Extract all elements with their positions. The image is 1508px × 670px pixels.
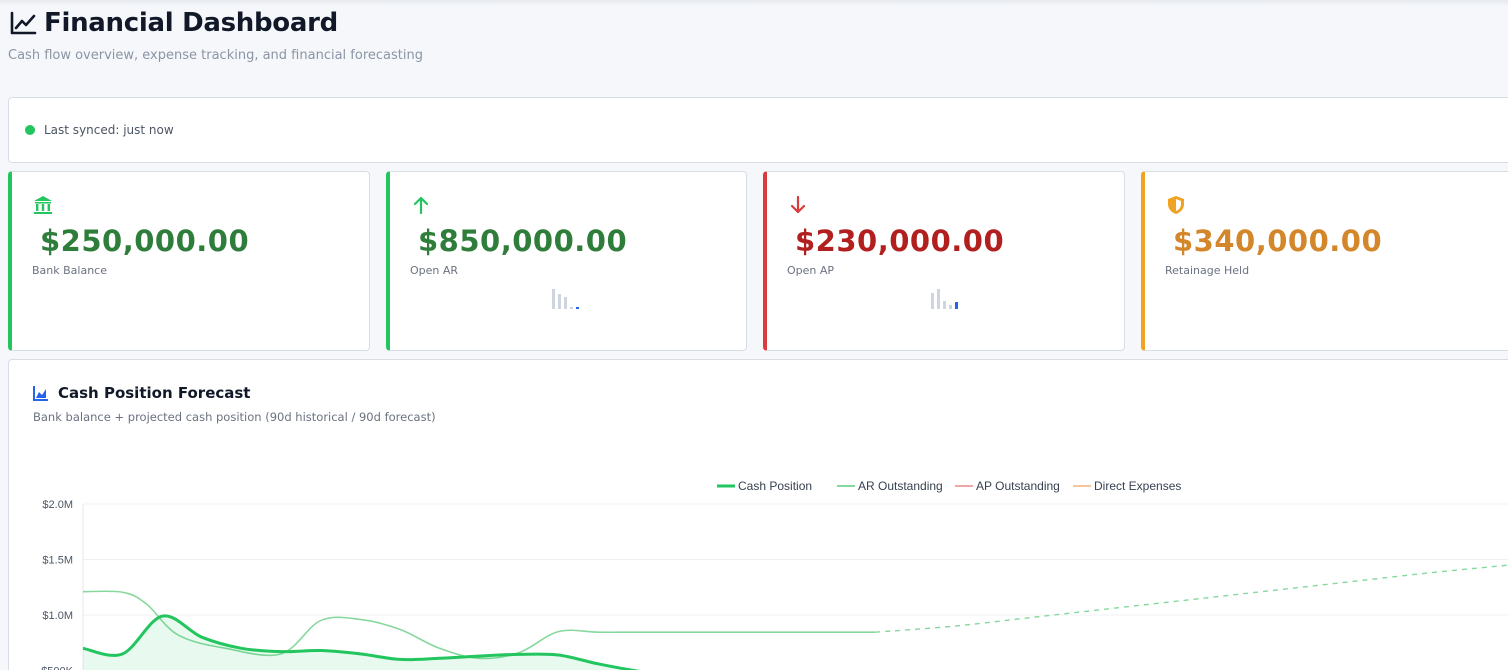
- arrow-up-icon: [413, 196, 429, 215]
- kpi-value: $230,000.00: [795, 224, 1005, 258]
- kpi-card-retainage-held[interactable]: $340,000.00 Retainage Held: [1141, 171, 1508, 351]
- kpi-card-open-ap[interactable]: $230,000.00 Open AP: [763, 171, 1125, 351]
- forecast-subtitle: Bank balance + projected cash position (…: [33, 410, 436, 424]
- cash-forecast-chart: $2.0M $1.5M $1.0M $500K Cash Position AR Outs…: [41, 479, 1508, 670]
- legend-label: Direct Expenses: [1094, 479, 1181, 493]
- kpi-value: $340,000.00: [1173, 224, 1383, 258]
- kpi-label: Bank Balance: [32, 264, 107, 277]
- page-title: Financial Dashboard: [44, 8, 338, 38]
- legend-label: AR Outstanding: [858, 479, 943, 493]
- arrow-down-icon: [790, 195, 806, 214]
- area-chart-icon: [33, 386, 48, 401]
- shield-icon: [1168, 196, 1184, 214]
- top-shadow: [0, 0, 1508, 6]
- line-chart-icon: [10, 11, 37, 35]
- page-subtitle: Cash flow overview, expense tracking, an…: [8, 48, 423, 63]
- kpi-card-bank-balance[interactable]: $250,000.00 Bank Balance: [8, 171, 370, 351]
- y-tick-label: $500K: [41, 666, 73, 670]
- page-header: Financial Dashboard Cash flow overview, …: [8, 8, 423, 63]
- ap-sparkline: [931, 289, 958, 309]
- kpi-card-open-ar[interactable]: $850,000.00 Open AR: [386, 171, 747, 351]
- kpi-label: Retainage Held: [1165, 264, 1250, 277]
- ar-sparkline: [552, 289, 579, 309]
- y-tick-label: $2.0M: [42, 499, 73, 511]
- forecast-title: Cash Position Forecast: [58, 384, 251, 402]
- cash-forecast-panel: $2.0M $1.5M $1.0M $500K Cash Position AR Outs…: [8, 359, 1508, 670]
- y-tick-label: $1.5M: [42, 555, 73, 567]
- kpi-value: $850,000.00: [418, 224, 628, 258]
- sync-status-text: Last synced: just now: [44, 123, 174, 137]
- legend-label: Cash Position: [738, 479, 812, 493]
- y-tick-label: $1.0M: [42, 610, 73, 622]
- kpi-value: $250,000.00: [40, 224, 250, 258]
- sync-status-dot: [25, 125, 35, 135]
- legend-label: AP Outstanding: [976, 479, 1060, 493]
- kpi-label: Open AR: [410, 264, 459, 277]
- kpi-label: Open AP: [787, 264, 835, 277]
- bank-icon: [34, 196, 52, 214]
- ar-outstanding-forecast-line: [875, 564, 1508, 633]
- sync-status-bar: Last synced: just now: [8, 97, 1508, 163]
- cash-position-area: [83, 615, 631, 670]
- forecast-header: Cash Position Forecast: [33, 384, 250, 402]
